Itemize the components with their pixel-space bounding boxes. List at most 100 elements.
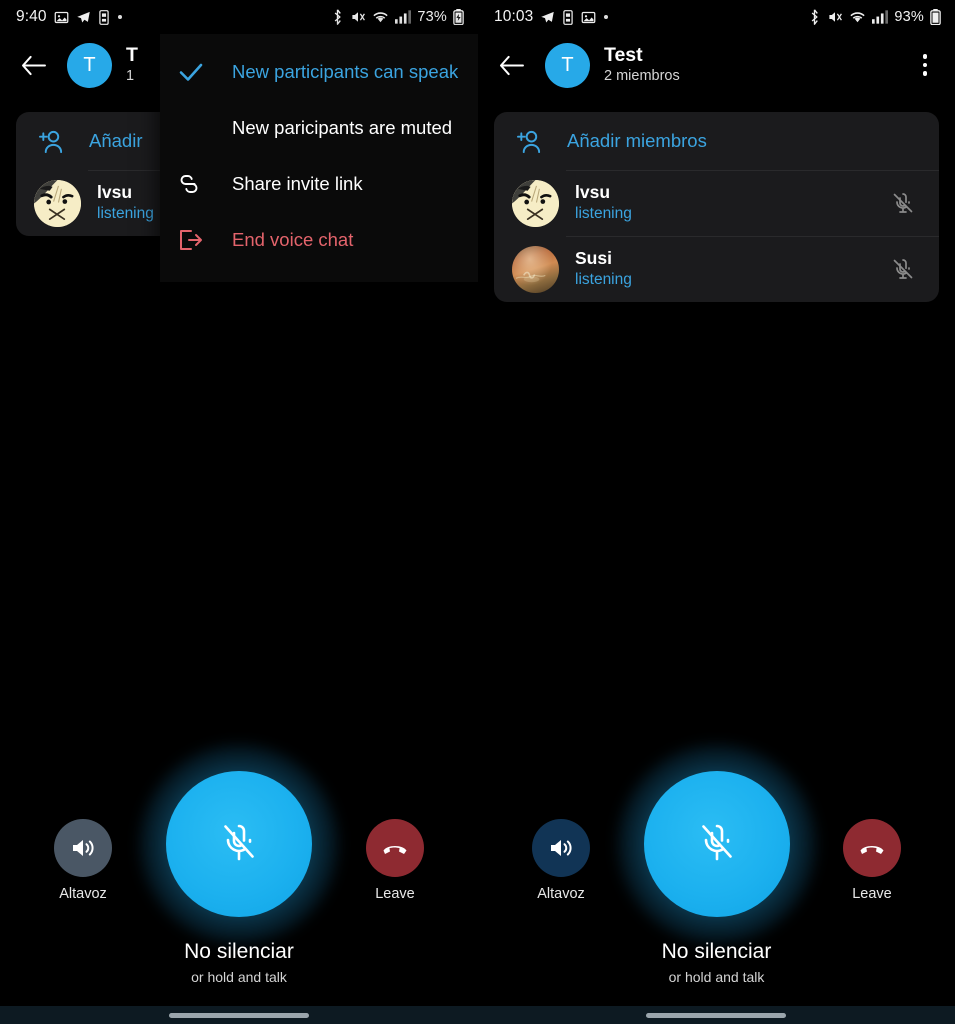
menu-item-new-participants-can-speak[interactable]: New participants can speak bbox=[160, 44, 478, 100]
member-row[interactable]: Susi listening bbox=[494, 236, 939, 302]
battery-percent-label: 73% bbox=[417, 9, 447, 25]
battery-icon bbox=[453, 9, 464, 25]
app-bar: T Test 2 miembros bbox=[478, 34, 955, 96]
bluetooth-icon bbox=[331, 9, 344, 25]
menu-item-share-invite-link[interactable]: Share invite link bbox=[160, 156, 478, 212]
member-count-label: 1 bbox=[126, 68, 135, 85]
menu-item-new-participants-are-muted[interactable]: New paricipants are muted bbox=[160, 100, 478, 156]
group-avatar[interactable]: T bbox=[67, 42, 112, 88]
member-name: lvsu bbox=[575, 181, 611, 202]
group-avatar-initial: T bbox=[561, 53, 574, 76]
link-icon bbox=[174, 175, 208, 193]
group-avatar-initial: T bbox=[83, 53, 96, 76]
mute-title: No silenciar bbox=[184, 940, 294, 963]
call-controls: Altavoz No silenciar or hold and talk Le… bbox=[478, 745, 955, 1006]
mute-button[interactable] bbox=[643, 771, 790, 917]
status-clock: 9:40 bbox=[16, 8, 47, 25]
home-indicator[interactable] bbox=[646, 1012, 787, 1018]
members-card: Añadir miembros lvsu listening Susi list… bbox=[494, 112, 939, 302]
mute-toggle[interactable] bbox=[617, 745, 816, 943]
back-button[interactable] bbox=[496, 50, 526, 80]
sd-card-icon bbox=[562, 9, 574, 25]
speaker-icon bbox=[551, 840, 572, 856]
mute-toggle[interactable] bbox=[140, 745, 338, 943]
status-bar: 10:03 93% bbox=[478, 0, 955, 34]
wifi-icon bbox=[849, 10, 866, 24]
mute-caption: No silenciar or hold and talk bbox=[478, 939, 955, 985]
menu-item-end-voice-chat[interactable]: End voice chat bbox=[160, 212, 478, 268]
overflow-menu-icon[interactable] bbox=[909, 46, 941, 84]
status-bar-left: 9:40 bbox=[16, 8, 123, 26]
call-controls: Altavoz No silenciar or hold and talk Le… bbox=[0, 745, 478, 1006]
member-row[interactable]: lvsu listening bbox=[494, 170, 939, 236]
battery-percent-label: 93% bbox=[894, 9, 924, 25]
speaker-label: Altavoz bbox=[59, 886, 107, 902]
overflow-popup-menu: New participants can speak New paricipan… bbox=[160, 34, 478, 282]
page-title: T bbox=[126, 44, 138, 67]
member-status: listening bbox=[575, 204, 632, 222]
image-icon bbox=[581, 10, 596, 25]
back-button[interactable] bbox=[18, 50, 48, 80]
leave-button[interactable] bbox=[843, 819, 901, 877]
mute-ringer-icon bbox=[827, 9, 843, 25]
menu-item-label: Share invite link bbox=[232, 173, 363, 194]
mute-button[interactable] bbox=[166, 771, 312, 917]
dot-icon bbox=[603, 14, 609, 20]
left-screenshot-panel: 9:40 73% T T 1 Añadir lvsu listening New… bbox=[0, 0, 478, 1024]
hangup-icon bbox=[383, 846, 407, 854]
dot-icon bbox=[117, 14, 123, 20]
group-avatar[interactable]: T bbox=[545, 42, 590, 88]
leave-label: Leave bbox=[852, 886, 892, 902]
member-name: Susi bbox=[575, 247, 612, 268]
avatar bbox=[512, 245, 559, 293]
bluetooth-icon bbox=[808, 9, 821, 25]
mic-muted-icon bbox=[224, 824, 254, 861]
leave-button[interactable] bbox=[366, 819, 424, 877]
signal-icon bbox=[872, 10, 889, 24]
right-screenshot-panel: 10:03 93% T Test 2 miembros Añadir miemb… bbox=[478, 0, 955, 1024]
status-clock: 10:03 bbox=[494, 8, 534, 25]
menu-item-label: End voice chat bbox=[232, 229, 354, 250]
system-navigation-bar bbox=[0, 1006, 955, 1024]
leave-label: Leave bbox=[375, 886, 415, 902]
speaker-label: Altavoz bbox=[537, 886, 585, 902]
status-bar-left: 10:03 bbox=[494, 8, 609, 26]
add-members-button[interactable]: Añadir miembros bbox=[494, 112, 939, 170]
signal-icon bbox=[395, 10, 412, 24]
mic-muted-icon[interactable] bbox=[889, 255, 917, 283]
status-bar-right: 73% bbox=[331, 9, 464, 25]
avatar bbox=[512, 179, 559, 227]
member-count-label: 2 miembros bbox=[604, 68, 680, 85]
battery-icon bbox=[930, 9, 941, 25]
telegram-icon bbox=[76, 10, 91, 25]
speaker-icon bbox=[73, 840, 94, 856]
mic-muted-icon bbox=[701, 824, 732, 861]
status-bar-right: 93% bbox=[808, 9, 941, 25]
status-bar: 9:40 73% bbox=[0, 0, 478, 34]
check-icon bbox=[174, 62, 208, 82]
member-text: lvsu listening bbox=[97, 182, 154, 224]
menu-item-label: New participants can speak bbox=[232, 61, 459, 82]
home-indicator[interactable] bbox=[168, 1012, 309, 1018]
exit-icon bbox=[174, 229, 208, 251]
speaker-button[interactable] bbox=[532, 819, 590, 877]
chat-title-block: T 1 bbox=[126, 44, 138, 86]
chat-title-block: Test 2 miembros bbox=[604, 44, 680, 86]
menu-item-label: New paricipants are muted bbox=[232, 117, 453, 138]
dot bbox=[922, 71, 928, 76]
dot bbox=[922, 54, 928, 59]
speaker-button[interactable] bbox=[54, 819, 112, 877]
back-arrow-icon bbox=[21, 55, 46, 75]
navbar-right-half bbox=[478, 1006, 955, 1024]
image-icon bbox=[54, 10, 69, 25]
add-members-label: Añadir bbox=[89, 130, 143, 151]
mute-caption: No silenciar or hold and talk bbox=[0, 939, 478, 985]
panel-divider bbox=[478, 0, 479, 1024]
mic-muted-icon[interactable] bbox=[889, 189, 917, 217]
mute-hint: or hold and talk bbox=[668, 969, 765, 986]
navbar-left-half bbox=[0, 1006, 478, 1024]
wifi-icon bbox=[372, 10, 389, 24]
dot bbox=[922, 62, 928, 68]
add-person-icon bbox=[516, 129, 543, 154]
mute-ringer-icon bbox=[350, 9, 366, 25]
